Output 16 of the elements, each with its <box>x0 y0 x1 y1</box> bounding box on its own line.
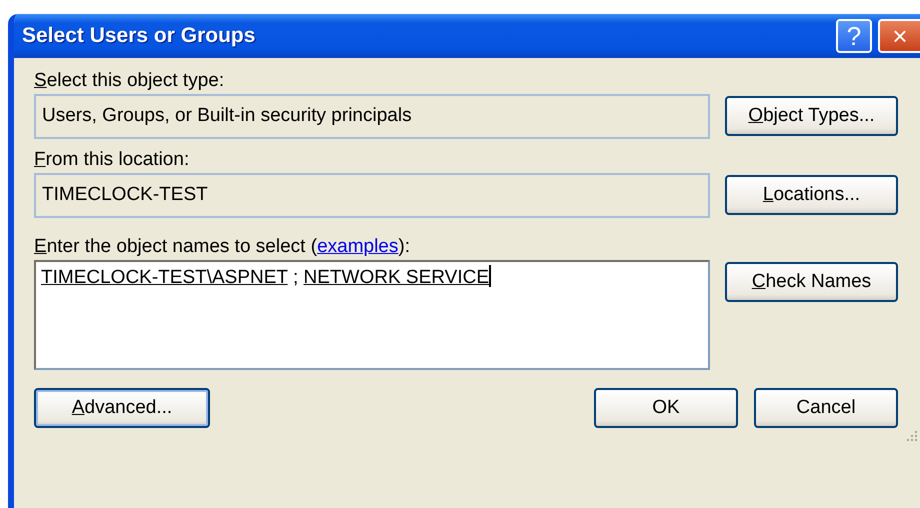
examples-link[interactable]: examples <box>317 236 398 257</box>
window-title: Select Users or Groups <box>22 23 256 50</box>
locations-button[interactable]: Locations... <box>725 175 898 215</box>
close-button[interactable]: × <box>878 19 920 53</box>
check-names-button[interactable]: Check Names <box>725 262 898 302</box>
field-label: Enter the object names to select (examples): <box>34 235 411 259</box>
field-label: From this location: <box>34 148 190 172</box>
ok-button[interactable]: OK <box>594 388 738 428</box>
read-only-field: TIMECLOCK-TEST <box>34 173 710 218</box>
object-types-button[interactable]: Object Types... <box>725 96 898 136</box>
advanced-button[interactable]: Advanced... <box>34 388 210 428</box>
cancel-button[interactable]: Cancel <box>754 388 898 428</box>
field-label: Select this object type: <box>34 69 226 93</box>
resize-grip-icon[interactable] <box>904 428 918 442</box>
names-field[interactable]: TIMECLOCK-TEST\ASPNET ; NETWORK SERVICE <box>34 260 710 370</box>
read-only-field: Users, Groups, or Built-in security principals <box>34 94 710 139</box>
